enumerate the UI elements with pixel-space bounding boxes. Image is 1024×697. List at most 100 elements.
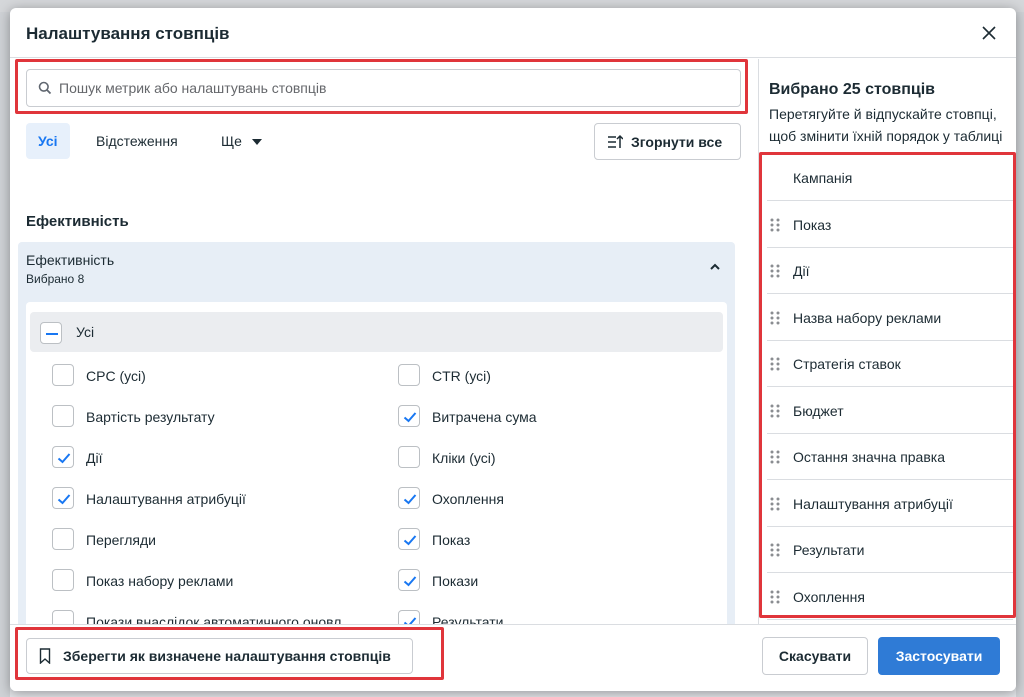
drag-handle-icon[interactable]	[770, 497, 780, 511]
search-input[interactable]	[59, 70, 729, 106]
close-icon	[982, 26, 996, 40]
drag-handle-icon[interactable]	[770, 450, 780, 464]
metric-checkbox[interactable]	[52, 569, 74, 591]
metric-label: Результати	[432, 614, 504, 624]
metric-label: Дії	[86, 450, 103, 466]
selected-column-item[interactable]: Результати	[767, 527, 1013, 573]
caret-down-icon	[251, 139, 262, 146]
group-selected-count: Вибрано 8	[26, 272, 85, 286]
selected-column-item[interactable]: Охоплення	[767, 574, 1013, 620]
search-icon	[38, 81, 52, 95]
dialog-title: Налаштування стовпців	[26, 24, 230, 43]
description-line-2: щоб змінити їхній порядок у таблиці	[769, 128, 1003, 144]
close-button[interactable]	[978, 22, 1000, 44]
bookmark-icon	[39, 648, 51, 664]
selected-column-item[interactable]: Налаштування атрибуції	[767, 481, 1013, 527]
metric-label: CPC (усі)	[86, 368, 146, 384]
tab-more-label: Ще	[221, 133, 242, 149]
metric-checkbox[interactable]	[398, 569, 420, 591]
selected-column-label: Результати	[793, 542, 865, 558]
selected-column-label: Кампанія	[793, 170, 853, 186]
collapse-all-label: Згорнути все	[631, 134, 723, 150]
metric-label: Покази	[432, 573, 479, 589]
metric-checkbox[interactable]	[52, 405, 74, 427]
metric-checkbox[interactable]	[398, 528, 420, 550]
metric-group-performance: Ефективність Вибрано 8 Усі CPC (усі) CTR …	[18, 242, 735, 624]
selected-description: Перетягуйте й відпускайте стовпці, щоб з…	[769, 103, 1016, 147]
checkmark-icon	[403, 576, 417, 587]
metric-checkbox[interactable]	[398, 446, 420, 468]
selected-columns-pane: Вибрано 25 стовпців Перетягуйте й відпус…	[758, 59, 1016, 624]
selected-column-label: Показ	[793, 216, 832, 233]
metrics-pane: Усі Відстеження Ще Згорнути все Ефективн…	[10, 59, 750, 624]
tab-all[interactable]: Усі	[26, 123, 70, 159]
metric-checkbox[interactable]	[398, 487, 420, 509]
save-preset-button[interactable]: Зберегти як визначене налаштування стовп…	[26, 638, 413, 674]
selected-column-label: Остання значна правка	[793, 449, 946, 465]
drag-handle-icon[interactable]	[770, 357, 780, 371]
metric-label: Показ	[432, 532, 471, 548]
chevron-up-icon	[710, 263, 720, 270]
checkmark-icon	[57, 494, 71, 505]
select-all-row[interactable]: Усі	[30, 312, 723, 352]
metric-label: Показ набору реклами	[86, 573, 234, 589]
metric-checkbox[interactable]	[398, 610, 420, 624]
metric-label: Витрачена сума	[432, 409, 537, 425]
selected-column-item[interactable]: Дії	[767, 248, 1013, 294]
indeterminate-icon	[46, 333, 58, 335]
selected-count-title: Вибрано 25 стовпців	[769, 81, 935, 98]
selected-column-item[interactable]: Бюджет	[767, 388, 1013, 434]
metric-checkbox[interactable]	[52, 610, 74, 624]
background-right-column	[1016, 12, 1024, 697]
drag-handle-icon[interactable]	[770, 590, 780, 604]
selected-columns-list: Кампанія Показ Дії Назва набору реклами Стра…	[767, 155, 1016, 624]
metric-checkbox[interactable]	[52, 446, 74, 468]
drag-handle-icon[interactable]	[770, 311, 780, 325]
selected-column-item[interactable]: Остання значна правка	[767, 434, 1013, 480]
metric-checkbox[interactable]	[398, 405, 420, 427]
metric-label: Охоплення	[432, 491, 504, 507]
drag-handle-icon[interactable]	[770, 218, 780, 232]
checkmark-icon	[57, 453, 71, 464]
drag-handle-icon[interactable]	[770, 264, 780, 278]
selected-column-item[interactable]: Назва набору реклами	[767, 295, 1013, 341]
collapse-icon	[608, 134, 623, 148]
search-field[interactable]	[26, 69, 741, 107]
drag-handle-icon[interactable]	[770, 404, 780, 418]
collapse-all-button[interactable]: Згорнути все	[594, 123, 741, 160]
group-title: Ефективність	[26, 252, 115, 268]
select-all-checkbox[interactable]	[40, 322, 62, 344]
selected-column-item[interactable]: Кампанія	[767, 155, 1013, 201]
selected-column-label: Бюджет	[793, 402, 844, 419]
group-options: Усі CPC (усі) CTR (усі) Вартість результат…	[26, 302, 727, 624]
checkmark-icon	[403, 412, 417, 423]
cancel-button[interactable]: Скасувати	[762, 637, 868, 675]
group-header[interactable]: Ефективність Вибрано 8	[26, 252, 726, 292]
metric-label: Перегляди	[86, 532, 156, 548]
background-left-column	[0, 12, 10, 697]
metric-label: Налаштування атрибуції	[86, 491, 246, 507]
selected-column-label: Охоплення	[793, 588, 865, 605]
save-preset-label: Зберегти як визначене налаштування стовп…	[63, 648, 391, 664]
metric-label: Вартість результату	[86, 409, 215, 425]
select-all-label: Усі	[76, 324, 95, 340]
metric-checkbox[interactable]	[52, 487, 74, 509]
apply-button[interactable]: Застосувати	[878, 637, 1000, 675]
selected-column-label: Стратегія ставок	[793, 356, 901, 372]
selected-column-item[interactable]: Стратегія ставок	[767, 341, 1013, 387]
checkmark-icon	[403, 617, 417, 624]
column-settings-dialog: Налаштування стовпців Усі Відстеження Ще	[10, 8, 1016, 691]
metric-label: Покази внаслідок автоматичного оновл…	[86, 614, 356, 624]
metric-checkbox[interactable]	[52, 364, 74, 386]
selected-column-item[interactable]: Показ	[767, 202, 1013, 248]
selected-column-label: Налаштування атрибуції	[793, 495, 953, 512]
section-title: Ефективність	[26, 213, 129, 230]
dialog-footer: Зберегти як визначене налаштування стовп…	[10, 624, 1016, 691]
drag-handle-icon[interactable]	[770, 543, 780, 557]
tab-more[interactable]: Ще	[209, 123, 274, 159]
metric-checkbox[interactable]	[52, 528, 74, 550]
metric-checkbox[interactable]	[398, 364, 420, 386]
tab-tracking[interactable]: Відстеження	[84, 123, 190, 159]
checkmark-icon	[403, 494, 417, 505]
selected-column-label: Дії	[793, 263, 810, 279]
